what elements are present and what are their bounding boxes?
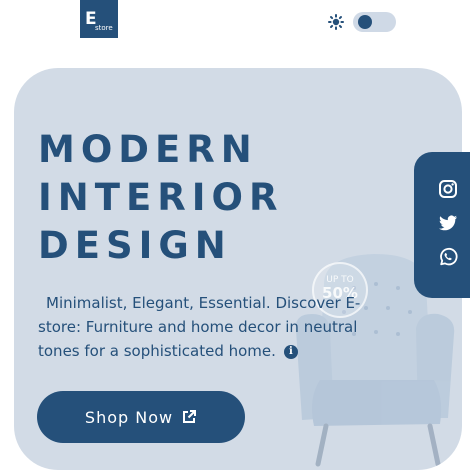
social-sidebar [414, 152, 470, 298]
logo-text: store [95, 24, 113, 32]
shop-now-button[interactable]: Shop Now [37, 391, 245, 443]
logo[interactable]: E store [80, 0, 118, 38]
title-line: DESIGN [38, 224, 232, 267]
theme-toggle[interactable] [353, 12, 396, 32]
title-line: MODERN [38, 128, 258, 171]
toggle-knob [358, 15, 372, 29]
hero-description: Minimalist, Elegant, Essential. Discover… [38, 291, 368, 363]
instagram-icon[interactable] [438, 179, 458, 199]
info-icon[interactable]: i [283, 344, 298, 359]
sun-icon[interactable] [328, 14, 344, 30]
description-text: Minimalist, Elegant, Essential. Discover… [38, 294, 361, 360]
whatsapp-icon[interactable] [438, 247, 458, 267]
hero-section: UP TO 50% MODERN INTERIOR DESIGN Minimal… [14, 68, 462, 470]
external-link-icon [183, 410, 197, 423]
hero-title: MODERN INTERIOR DESIGN [38, 126, 283, 270]
title-line: INTERIOR [38, 176, 284, 219]
twitter-icon[interactable] [438, 213, 458, 233]
shop-now-label: Shop Now [84, 407, 174, 427]
